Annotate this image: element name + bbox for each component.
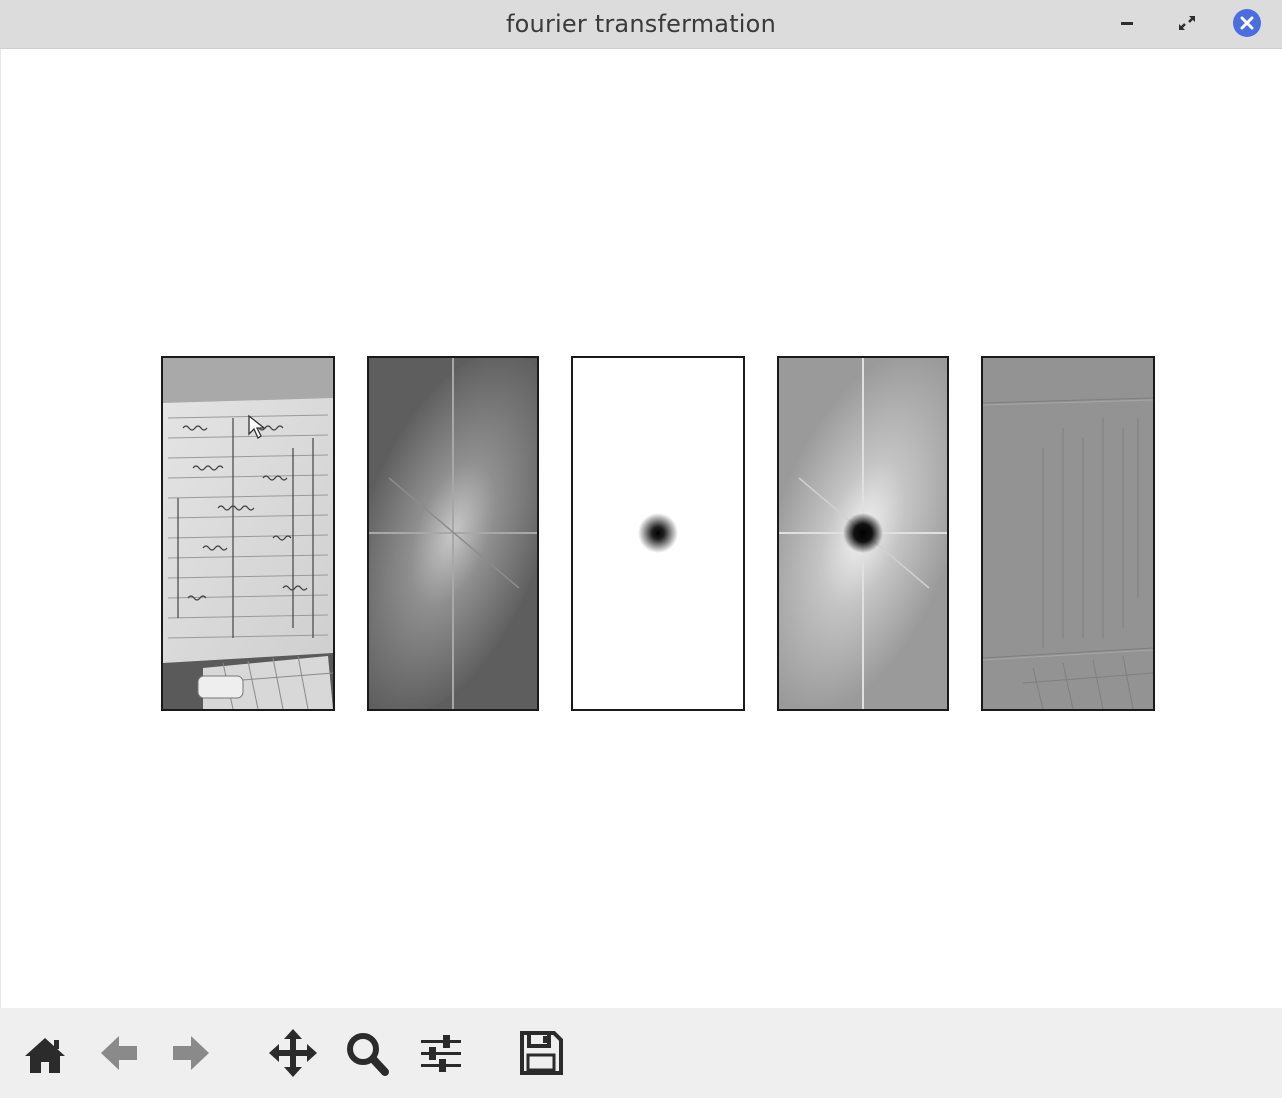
configure-subplots-icon — [421, 1035, 461, 1072]
restore-button[interactable] — [1172, 8, 1202, 38]
app-window: fourier transfermation — [0, 0, 1282, 1098]
original-image-panel[interactable] — [161, 356, 335, 711]
back-arrow-icon — [101, 1036, 137, 1070]
pan-icon — [269, 1029, 317, 1077]
mouse-cursor-icon — [248, 414, 266, 439]
close-icon — [1233, 9, 1261, 37]
zoom-button[interactable] — [343, 1028, 391, 1078]
home-button[interactable] — [21, 1028, 69, 1078]
highpass-mask — [573, 358, 743, 709]
magnitude-spectrum-panel[interactable] — [367, 356, 539, 711]
filtered-spectrum — [779, 358, 947, 709]
zoom-icon — [347, 1033, 389, 1076]
title-bar[interactable]: fourier transfermation — [0, 0, 1282, 49]
back-button[interactable] — [95, 1028, 143, 1078]
save-icon — [520, 1031, 563, 1075]
highpass-mask-panel[interactable] — [571, 356, 745, 711]
minimize-button[interactable] — [1112, 8, 1142, 38]
forward-button[interactable] — [167, 1028, 215, 1078]
restore-icon — [1179, 16, 1195, 30]
filtered-spectrum-panel[interactable] — [777, 356, 949, 711]
original-image — [163, 358, 333, 709]
filtered-image-panel[interactable] — [981, 356, 1155, 711]
pan-button[interactable] — [269, 1028, 317, 1078]
save-button[interactable] — [517, 1028, 565, 1078]
forward-arrow-icon — [173, 1036, 209, 1070]
magnitude-spectrum — [369, 358, 537, 709]
filtered-image — [983, 358, 1153, 709]
configure-subplots-button[interactable] — [417, 1028, 465, 1078]
window-title: fourier transfermation — [506, 10, 776, 38]
minimize-icon — [1121, 22, 1133, 25]
home-icon — [25, 1038, 65, 1073]
close-button[interactable] — [1232, 8, 1262, 38]
